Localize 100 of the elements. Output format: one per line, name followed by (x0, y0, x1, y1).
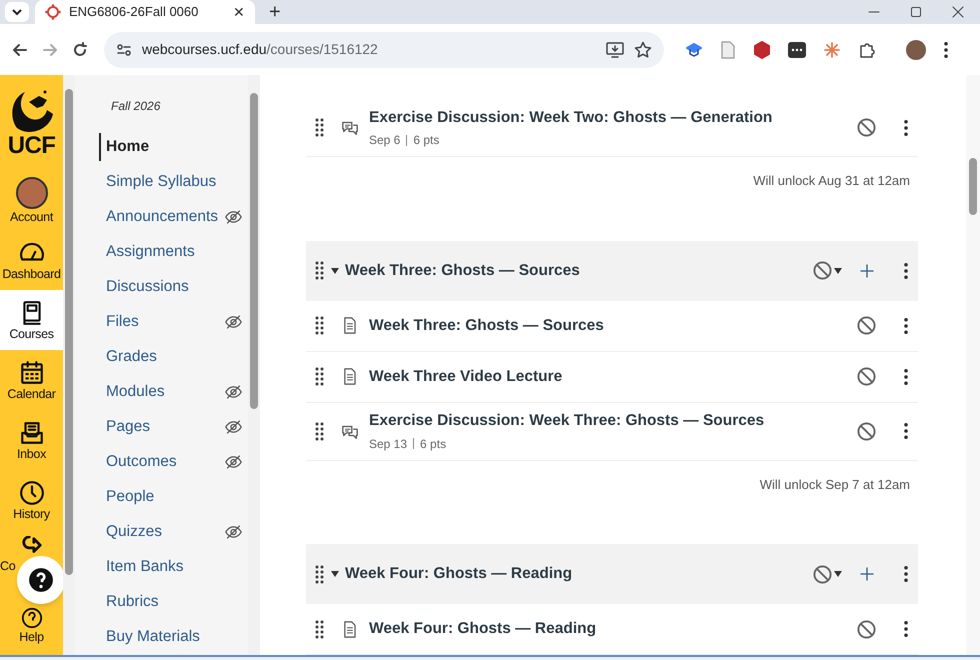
unlock-date-note: Will unlock Sep 7 at 12am (760, 476, 910, 494)
browser-tab[interactable]: ENG6806-26Fall 0060 ✕ (35, 0, 255, 24)
unlock-date-note: Will unlock Aug 31 at 12am (753, 172, 910, 190)
course-nav-link[interactable]: Home (99, 132, 150, 160)
due-date: Sep 13 (369, 436, 408, 453)
new-tab-icon[interactable]: + (269, 2, 281, 22)
site-settings-icon (116, 42, 132, 58)
help-icon[interactable] (20, 606, 42, 628)
tab-list-button[interactable] (5, 2, 29, 22)
unpublished-icon[interactable] (857, 118, 876, 137)
module-title: Week Three: Ghosts — Sources (345, 260, 580, 281)
starburst-icon[interactable] (824, 42, 840, 58)
address-bar[interactable]: webcourses.ucf.edu/courses/1516122 (104, 32, 664, 68)
more-options-icon[interactable] (904, 262, 908, 278)
page-icon (342, 317, 357, 334)
course-nav-link[interactable]: Quizzes (99, 518, 162, 546)
publish-menu-button[interactable] (813, 564, 842, 584)
help-icon (28, 567, 54, 593)
more-options-icon[interactable] (904, 318, 908, 334)
back-icon[interactable] (12, 42, 28, 58)
unpublished-icon (813, 564, 832, 584)
inbox-icon[interactable] (18, 420, 44, 446)
module-item-link[interactable]: Exercise Discussion: Week Three: Ghosts — Sources (369, 409, 764, 433)
close-icon[interactable] (952, 6, 964, 18)
expand-caret-icon[interactable] (331, 571, 339, 577)
more-options-icon[interactable] (904, 423, 908, 439)
maximize-icon[interactable] (910, 6, 922, 18)
module-title: Week Four: Ghosts — Reading (345, 564, 572, 584)
chevron-down-icon (12, 8, 22, 16)
global-nav-item[interactable]: Courses (0, 290, 63, 350)
expand-caret-icon[interactable] (331, 268, 339, 274)
unpublished-icon (813, 261, 832, 280)
course-nav-link[interactable]: Announcements (99, 202, 218, 230)
page-icon (342, 620, 357, 638)
close-tab-icon[interactable]: ✕ (233, 2, 245, 22)
drag-handle-icon[interactable] (315, 620, 324, 638)
history-icon[interactable] (18, 480, 44, 506)
document-icon[interactable] (720, 40, 736, 58)
calendar-icon[interactable] (18, 360, 44, 386)
course-nav-link[interactable]: Simple Syllabus (99, 168, 216, 196)
global-nav-label[interactable]: Help (19, 630, 44, 643)
course-nav-link[interactable]: Discussions (99, 272, 189, 300)
module-item-link[interactable]: Exercise Discussion: Week Two: Ghosts — Generation (369, 106, 772, 130)
drag-handle-icon[interactable] (315, 261, 324, 280)
add-icon[interactable] (860, 567, 874, 581)
global-nav-label[interactable]: Inbox (16, 448, 46, 460)
global-nav-label[interactable]: Calendar (7, 388, 56, 400)
course-nav-link[interactable]: Grades (99, 342, 157, 370)
tab-title: ENG6806-26Fall 0060 (69, 3, 200, 22)
menu-icon[interactable] (944, 42, 948, 58)
unpublished-icon[interactable] (857, 316, 876, 335)
drag-handle-icon[interactable] (315, 367, 324, 386)
course-nav-link[interactable]: Files (99, 308, 139, 336)
reload-icon[interactable] (72, 42, 88, 58)
more-options-icon[interactable] (904, 120, 908, 136)
global-nav-label[interactable]: Dashboard (2, 268, 61, 280)
drag-handle-icon[interactable] (315, 316, 324, 335)
drag-handle-icon[interactable] (315, 118, 324, 137)
points: 6 pts (413, 132, 440, 150)
course-nav-link[interactable]: Rubrics (99, 588, 159, 616)
global-nav-label[interactable]: History (13, 508, 50, 520)
drag-handle-icon[interactable] (315, 564, 324, 584)
scrollbar-thumb[interactable] (969, 158, 977, 215)
avatar (16, 176, 48, 209)
course-nav-link[interactable]: People (99, 482, 154, 510)
hexagon-extension-icon[interactable] (754, 40, 770, 58)
course-nav-link[interactable]: Outcomes (99, 448, 177, 476)
url-text: webcourses.ucf.edu/courses/1516122 (142, 40, 379, 59)
global-nav-label[interactable]: Account (10, 210, 53, 224)
global-nav-label[interactable]: Co (0, 560, 16, 572)
add-icon[interactable] (860, 264, 874, 278)
course-nav-link[interactable]: Assignments (99, 238, 195, 266)
unpublished-icon[interactable] (857, 422, 876, 440)
unpublished-icon[interactable] (857, 367, 876, 386)
publish-menu-button[interactable] (813, 261, 842, 280)
profile-avatar[interactable] (906, 40, 926, 60)
unpublished-icon[interactable] (857, 620, 876, 638)
page-icon (342, 368, 357, 385)
extensions-puzzle-icon[interactable] (858, 40, 876, 58)
scrollbar-thumb[interactable] (250, 93, 258, 409)
bookmark-star-icon[interactable] (634, 40, 652, 58)
course-nav-link[interactable]: Buy Materials (99, 622, 200, 650)
more-options-icon[interactable] (904, 566, 908, 582)
install-app-icon[interactable] (606, 42, 624, 58)
module-item-link[interactable]: Week Three Video Lecture (369, 364, 562, 388)
caret-icon (834, 268, 842, 274)
more-options-icon[interactable] (904, 368, 908, 384)
drag-handle-icon[interactable] (315, 422, 324, 440)
scrollbar-thumb[interactable] (65, 89, 73, 575)
course-nav-link[interactable]: Item Banks (99, 552, 184, 580)
module-item-link[interactable]: Week Four: Ghosts — Reading (369, 617, 596, 641)
points: 6 pts (420, 436, 446, 453)
more-options-icon[interactable] (904, 621, 908, 637)
term-label: Fall 2026 (111, 98, 162, 115)
dots-extension-icon[interactable] (788, 42, 806, 58)
graduation-cap-icon[interactable] (686, 42, 702, 58)
course-nav-link[interactable]: Modules (99, 378, 165, 406)
discussion-icon (341, 119, 359, 136)
course-nav-link[interactable]: Pages (99, 412, 150, 440)
module-item-link[interactable]: Week Three: Ghosts — Sources (369, 314, 604, 338)
